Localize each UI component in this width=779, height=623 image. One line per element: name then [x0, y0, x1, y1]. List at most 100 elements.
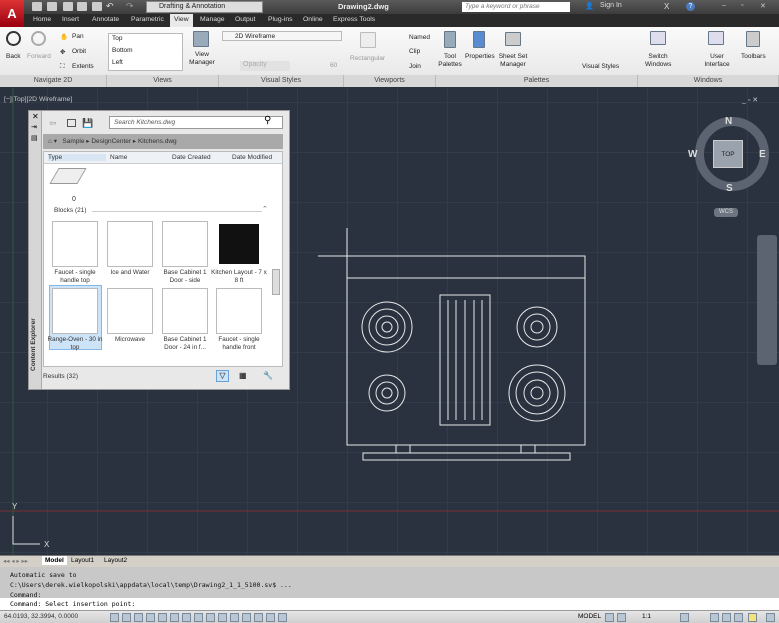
help-search-input[interactable]: Type a keyword or phrase	[462, 2, 570, 12]
user-interface-button[interactable]: User Interface	[702, 53, 732, 69]
opacity-value[interactable]: 60	[330, 62, 337, 69]
view-top[interactable]: Top	[112, 35, 122, 42]
compass-east[interactable]: E	[759, 149, 766, 160]
open-icon[interactable]	[47, 2, 57, 11]
transparency-toggle[interactable]	[242, 613, 251, 622]
annotation-monitor-toggle[interactable]	[278, 613, 287, 622]
lineweight-toggle[interactable]	[230, 613, 239, 622]
settings-wrench-icon[interactable]: 🔧	[263, 371, 273, 380]
infer-constraints-toggle[interactable]	[110, 613, 119, 622]
block-thumb-base-cabinet-side[interactable]	[162, 221, 208, 267]
properties-button[interactable]: Properties	[465, 53, 495, 60]
quick-view-layouts-icon[interactable]	[605, 613, 614, 622]
viewcube-top-face[interactable]: TOP	[713, 140, 743, 168]
breadcrumb-kitchens[interactable]: Kitchens.dwg	[138, 138, 177, 145]
compass-north[interactable]: N	[725, 116, 732, 127]
palette-properties-icon[interactable]: ▤	[31, 134, 38, 142]
polar-toggle[interactable]	[158, 613, 167, 622]
tab-view[interactable]: View	[170, 14, 193, 27]
back-button[interactable]: Back	[6, 53, 20, 60]
column-date-created[interactable]: Date Created	[172, 154, 211, 161]
block-thumb-kitchen-layout[interactable]	[216, 221, 262, 267]
tab-insert[interactable]: Insert	[62, 16, 79, 23]
tab-output[interactable]: Output	[235, 16, 255, 23]
navigation-bar[interactable]	[757, 235, 777, 365]
clip-viewport-button[interactable]: Clip	[409, 48, 420, 55]
tab-manage[interactable]: Manage	[200, 16, 225, 23]
quick-properties-toggle[interactable]	[254, 613, 263, 622]
sign-in-button[interactable]: Sign In	[600, 2, 622, 9]
pan-button[interactable]: Pan	[72, 33, 84, 40]
home-icon[interactable]: ⌂ ▾	[48, 138, 61, 145]
osnap-toggle[interactable]	[170, 613, 179, 622]
tab-plugins[interactable]: Plug-ins	[268, 16, 293, 23]
model-space-button[interactable]: MODEL	[578, 613, 601, 620]
wcs-menu[interactable]: WCS	[714, 208, 738, 217]
back-arrow-icon[interactable]: ⇦	[49, 118, 57, 129]
breadcrumb-sample[interactable]: Sample	[62, 138, 84, 145]
ortho-toggle[interactable]	[146, 613, 155, 622]
tab-model[interactable]: Model	[42, 556, 67, 565]
search-icon[interactable]: ⚲	[264, 115, 271, 126]
extents-button[interactable]: Extents	[72, 63, 94, 70]
column-type[interactable]: Type	[48, 154, 106, 161]
block-thumb-microwave[interactable]	[107, 288, 153, 334]
views-gallery[interactable]: Top Bottom Left	[108, 33, 183, 71]
visual-style-dropdown[interactable]: 2D Wireframe	[222, 31, 342, 41]
coordinates-readout[interactable]: 64.0193, 32.3994, 0.0000	[4, 613, 78, 620]
tool-palettes-button[interactable]: Tool Palettes	[438, 53, 462, 69]
view-left[interactable]: Left	[112, 59, 123, 66]
annotation-scale[interactable]: 1:1	[642, 613, 651, 620]
isolate-objects-icon[interactable]	[748, 613, 757, 622]
print-icon[interactable]	[92, 2, 102, 11]
auto-hide-icon[interactable]: ⇥	[31, 123, 37, 131]
tab-layout2[interactable]: Layout2	[104, 557, 127, 564]
folder-up-icon[interactable]	[67, 119, 76, 127]
tab-online[interactable]: Online	[303, 16, 323, 23]
help-icon[interactable]: ?	[686, 2, 695, 11]
named-viewports-button[interactable]: Named	[409, 34, 430, 41]
workspace-switching-icon[interactable]	[710, 613, 719, 622]
tab-parametric[interactable]: Parametric	[131, 16, 164, 23]
join-viewports-button[interactable]: Join	[409, 63, 421, 70]
snap-toggle[interactable]	[122, 613, 131, 622]
selection-cycling-toggle[interactable]	[266, 613, 275, 622]
filter-icon[interactable]: ▽	[216, 370, 229, 382]
command-line-input[interactable]: Command: Select insertion point:	[0, 598, 779, 610]
toolbars-button[interactable]: Toolbars	[741, 53, 766, 60]
close-palette-icon[interactable]: ✕	[32, 112, 39, 121]
save-icon[interactable]	[63, 2, 73, 11]
switch-windows-button[interactable]: Switch Windows	[645, 53, 671, 69]
block-thumb-faucet-top[interactable]	[52, 221, 98, 267]
tab-layout1[interactable]: Layout1	[71, 557, 94, 564]
breadcrumb-designcenter[interactable]: DesignCenter	[91, 138, 131, 145]
minimize-button[interactable]: –	[722, 2, 726, 9]
tab-scroll-arrows[interactable]: ◂◂ ◂ ▸ ▸▸	[3, 557, 28, 565]
clean-screen-icon[interactable]	[766, 613, 775, 622]
new-icon[interactable]	[32, 2, 42, 11]
back-icon[interactable]	[6, 31, 21, 46]
opacity-slider[interactable]: Opacity	[240, 61, 290, 71]
grid-toggle[interactable]	[134, 613, 143, 622]
view-manager-button[interactable]: View Manager	[187, 51, 217, 67]
redo-icon[interactable]: ↷	[126, 1, 134, 12]
save-as-icon[interactable]	[77, 2, 87, 11]
view-mode-icon[interactable]: ▦	[239, 371, 247, 380]
forward-button[interactable]: Forward	[27, 53, 51, 60]
block-thumb-ice-water[interactable]	[107, 221, 153, 267]
palette-search-input[interactable]: Search Kitchens.dwg	[109, 116, 283, 129]
visual-styles-palette-button[interactable]: Visual Styles	[582, 63, 619, 70]
close-button[interactable]: ✕	[760, 2, 766, 10]
tab-express-tools[interactable]: Express Tools	[333, 16, 375, 23]
quick-view-drawings-icon[interactable]	[617, 613, 626, 622]
results-scrollbar-thumb[interactable]	[272, 269, 280, 295]
block-thumb-base-cabinet-front[interactable]	[162, 288, 208, 334]
restore-button[interactable]: ▫	[741, 2, 743, 9]
block-thumb-faucet-front[interactable]	[216, 288, 262, 334]
sheet-set-manager-button[interactable]: Sheet Set Manager	[498, 53, 528, 69]
lock-icon[interactable]	[722, 613, 731, 622]
orbit-button[interactable]: Orbit	[72, 48, 86, 55]
annotation-visibility-icon[interactable]	[680, 613, 689, 622]
view-bottom[interactable]: Bottom	[112, 47, 133, 54]
collapse-group-icon[interactable]: ⌃	[262, 205, 268, 213]
